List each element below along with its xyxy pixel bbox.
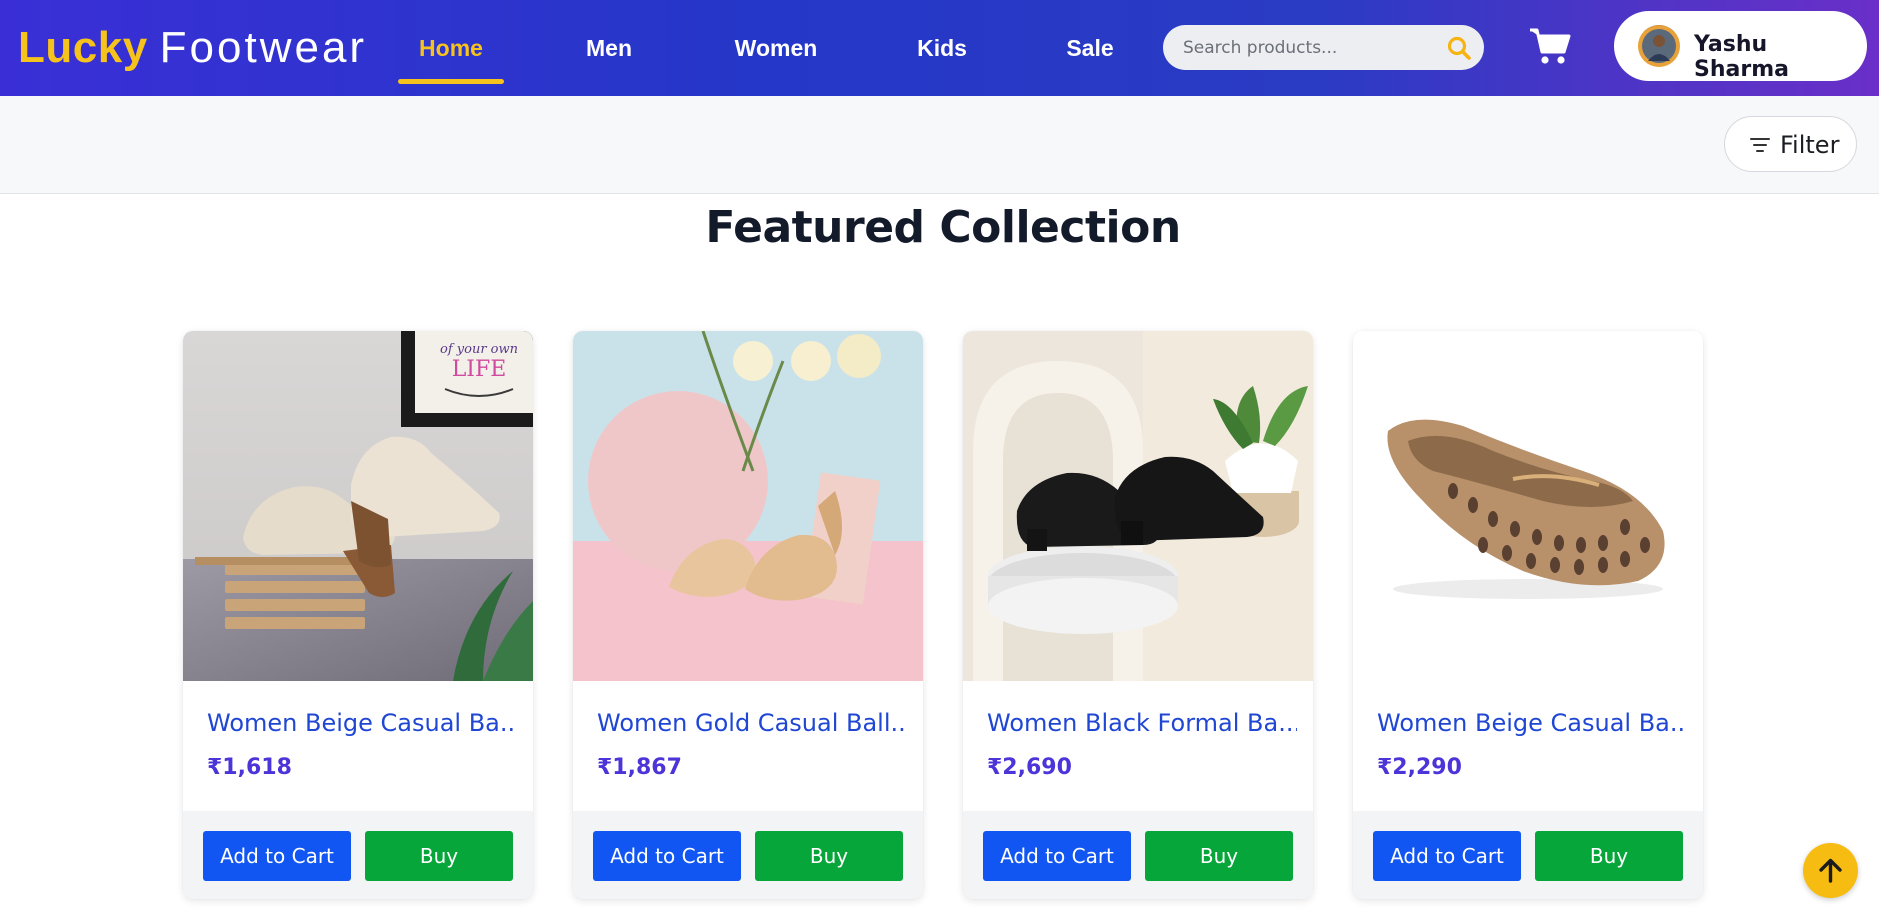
nav-item-kids[interactable]: Kids — [908, 30, 976, 66]
product-image[interactable] — [963, 331, 1313, 681]
beige-wedge-shoes-image: of your own LIFE — [183, 331, 533, 681]
nav-item-sale[interactable]: Sale — [1058, 30, 1122, 66]
product-price: ₹2,690 — [987, 755, 1072, 780]
product-image[interactable] — [573, 331, 923, 681]
search-bar — [1163, 25, 1484, 70]
search-icon[interactable] — [1446, 35, 1472, 61]
product-card[interactable]: of your own LIFE Women Beige Casual Ba..… — [183, 331, 533, 899]
user-profile-button[interactable]: Yashu Sharma — [1614, 11, 1867, 82]
product-price: ₹1,618 — [207, 755, 292, 780]
nav-item-women[interactable]: Women — [722, 30, 830, 66]
product-card[interactable]: Women Gold Casual Ball... ₹1,867 Add to … — [573, 331, 923, 899]
product-title[interactable]: Women Beige Casual Ba... — [1377, 709, 1687, 737]
product-title[interactable]: Women Gold Casual Ball... — [597, 709, 907, 737]
user-name: Yashu Sharma — [1694, 32, 1789, 82]
arrow-up-icon — [1819, 858, 1842, 883]
product-actions: Add to Cart Buy — [573, 811, 923, 899]
beige-laser-cut-ballerina-image — [1353, 331, 1703, 681]
product-image[interactable] — [1353, 331, 1703, 681]
brand-name-footwear: Footwear — [159, 23, 368, 72]
cart-icon[interactable] — [1528, 26, 1572, 66]
buy-button[interactable]: Buy — [1535, 831, 1683, 881]
add-to-cart-button[interactable]: Add to Cart — [1373, 831, 1521, 881]
active-nav-indicator — [398, 79, 504, 84]
product-card[interactable]: Women Beige Casual Ba... ₹2,290 Add to C… — [1353, 331, 1703, 899]
product-card[interactable]: Women Black Formal Ba... ₹2,690 Add to C… — [963, 331, 1313, 899]
buy-button[interactable]: Buy — [755, 831, 903, 881]
gold-ballerina-shoes-image — [573, 331, 923, 681]
product-actions: Add to Cart Buy — [963, 811, 1313, 899]
product-price: ₹2,290 — [1377, 755, 1462, 780]
buy-button[interactable]: Buy — [1145, 831, 1293, 881]
buy-button[interactable]: Buy — [365, 831, 513, 881]
product-price: ₹1,867 — [597, 755, 682, 780]
brand-logo[interactable]: Lucky Footwear — [18, 22, 367, 74]
product-title[interactable]: Women Black Formal Ba... — [987, 709, 1297, 737]
add-to-cart-button[interactable]: Add to Cart — [983, 831, 1131, 881]
section-title: Featured Collection — [705, 202, 1181, 253]
add-to-cart-button[interactable]: Add to Cart — [593, 831, 741, 881]
filter-label: Filter — [1780, 131, 1840, 159]
black-formal-ballerina-shoes-image — [963, 331, 1313, 681]
product-title[interactable]: Women Beige Casual Ba... — [207, 709, 517, 737]
product-actions: Add to Cart Buy — [183, 811, 533, 899]
filter-button[interactable]: Filter — [1724, 116, 1857, 172]
nav-item-home[interactable]: Home — [398, 30, 504, 66]
filter-toolbar: Filter — [0, 96, 1879, 194]
scroll-to-top-button[interactable] — [1803, 843, 1858, 898]
product-actions: Add to Cart Buy — [1353, 811, 1703, 899]
brand-name-lucky: Lucky — [18, 23, 148, 72]
search-input[interactable] — [1163, 25, 1423, 70]
avatar — [1638, 25, 1680, 67]
top-navbar: Lucky Footwear Home Men Women Kids Sale … — [0, 0, 1879, 96]
filter-icon — [1750, 138, 1770, 152]
frame-text-2: LIFE — [452, 357, 507, 382]
nav-item-men[interactable]: Men — [570, 30, 648, 66]
product-image[interactable]: of your own LIFE — [183, 331, 533, 681]
frame-text-1: of your own — [440, 342, 518, 357]
add-to-cart-button[interactable]: Add to Cart — [203, 831, 351, 881]
